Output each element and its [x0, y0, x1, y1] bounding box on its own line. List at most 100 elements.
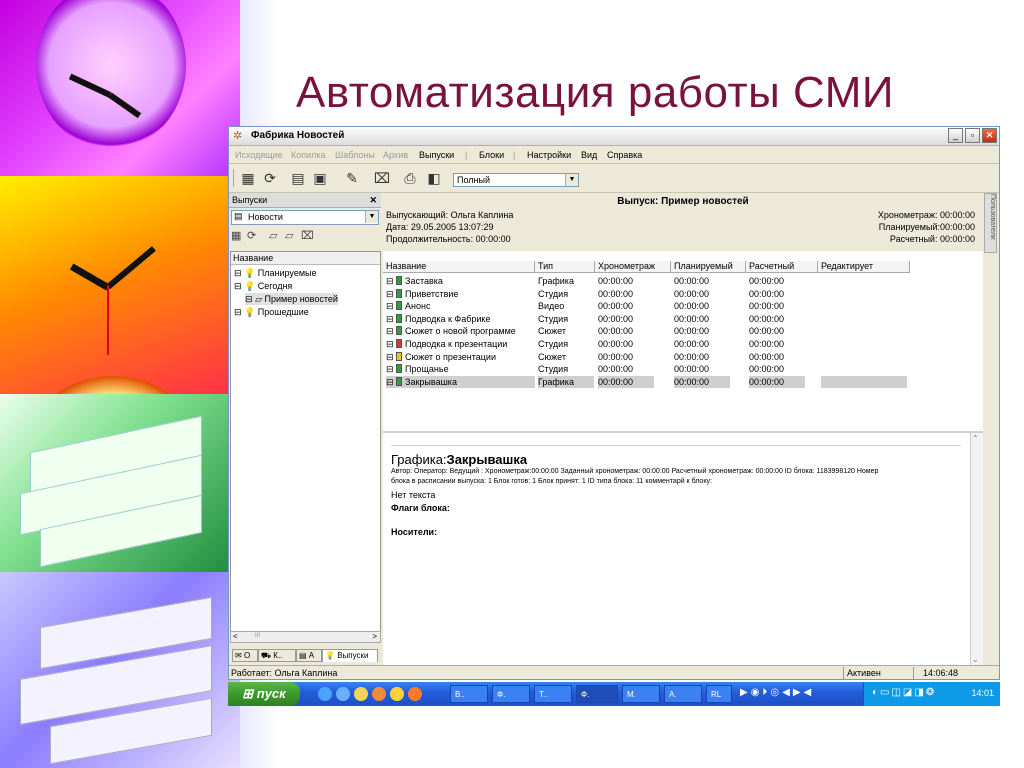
tree-item-planned[interactable]: ⊟ 💡 Планируемые [234, 267, 317, 279]
collapse-icon[interactable]: ⊟ [234, 281, 242, 291]
print-icon[interactable]: ⎙ [401, 170, 419, 186]
collapse-icon[interactable]: ⊟ [386, 377, 396, 387]
menu-storage[interactable]: Копилка [291, 150, 326, 160]
cell-type: Графика [538, 375, 594, 388]
collapse-icon[interactable]: ⊟ [386, 314, 396, 324]
column-header-type[interactable]: Тип [535, 261, 595, 273]
minimize-button[interactable]: _ [948, 128, 963, 143]
collapse-icon[interactable]: ⊟ [386, 276, 396, 286]
table-row[interactable]: ⊟ Прощанье Студия 00:00:00 00:00:00 00:00:00 [383, 363, 983, 376]
table-row[interactable]: ⊟ Сюжет о презентации Сюжет 00:00:00 00:00:… [383, 351, 983, 364]
open-icon[interactable]: ▤ [289, 170, 307, 186]
tab-archive[interactable]: ▤ А [296, 649, 322, 662]
menu-view[interactable]: Вид [581, 150, 597, 160]
table-row[interactable]: ⊟ Анонс Видео 00:00:00 00:00:00 00:00:00 [383, 300, 983, 313]
tree-item-label: Прошедшие [257, 307, 309, 317]
taskbar-item[interactable]: М. [622, 685, 660, 703]
cell-calc: 00:00:00 [749, 301, 785, 312]
refresh-icon[interactable]: ⟳ [261, 170, 279, 186]
menu-issues[interactable]: Выпуски [419, 150, 454, 160]
quicklaunch-icon[interactable] [336, 687, 350, 701]
users-side-tab[interactable]: Пользователи [984, 193, 997, 253]
collapse-icon[interactable]: ⊟ [386, 352, 396, 362]
column-header-chrono[interactable]: Хронометраж [595, 261, 671, 273]
save-icon[interactable]: ◧ [425, 170, 443, 186]
new-issue-icon[interactable]: ▦ [239, 170, 257, 186]
issues-panel-tools: ▦ ⟳ ▱ ▱ ⌧ [231, 229, 381, 245]
scroll-down-arrow[interactable]: ⌄ [972, 655, 979, 664]
delete-icon[interactable]: ⌧ [373, 170, 391, 186]
menu-blocks[interactable]: Блоки [479, 150, 504, 160]
open-folder-icon[interactable]: ▱ [269, 229, 277, 242]
taskbar-item[interactable]: RL [706, 685, 732, 703]
collapse-icon[interactable]: ⊟ [245, 294, 253, 304]
table-row[interactable]: ⊟ Сюжет о новой программе Сюжет 00:00:00 00… [383, 325, 983, 338]
tab-storage[interactable]: ⛟ К.. [258, 649, 296, 662]
taskbar-item[interactable]: А. [664, 685, 702, 703]
column-header-planned[interactable]: Планируемый [671, 261, 746, 273]
collapse-icon[interactable]: ⊟ [386, 289, 396, 299]
folder-icon[interactable]: ▱ [285, 229, 293, 242]
menu-help[interactable]: Справка [607, 150, 642, 160]
category-select[interactable]: Новости ▤ ▼ [231, 210, 379, 225]
collapse-icon[interactable]: ⊟ [386, 364, 396, 374]
tab-label: Выпуски [337, 651, 369, 660]
cell-editor [821, 363, 907, 375]
taskbar-item[interactable]: Ф. [492, 685, 530, 703]
media-controls-icon[interactable]: ▶◉⏵◎◀▶◀ [740, 687, 814, 698]
quicklaunch-icon[interactable] [390, 687, 404, 701]
tab-issues[interactable]: 💡 Выпуски [322, 649, 378, 662]
tree-horizontal-scrollbar[interactable]: < III > [230, 631, 381, 643]
column-header-calc[interactable]: Расчетный [746, 261, 818, 273]
scroll-thumb[interactable]: III [255, 633, 260, 639]
view-mode-select[interactable]: Полный ▼ [453, 173, 579, 187]
close-panel-icon[interactable]: ✕ [369, 195, 377, 206]
tab-outgoing[interactable]: ✉ О [232, 649, 258, 662]
table-row[interactable]: ⊟ Закрывашка Графика 00:00:00 00:00:00 00:00… [383, 375, 983, 389]
collapse-icon[interactable]: ⊟ [386, 326, 396, 336]
taskbar-item[interactable]: В.. [450, 685, 488, 703]
column-header-editor[interactable]: Редактирует [818, 261, 910, 273]
cell-editor [821, 275, 907, 287]
collapse-icon[interactable]: ⊟ [234, 268, 242, 278]
taskbar-item-active[interactable]: Ф. [576, 685, 618, 703]
scroll-up-arrow[interactable]: ⌃ [972, 434, 979, 443]
tree-item-today[interactable]: ⊟ 💡 Сегодня [234, 280, 292, 292]
firefox-icon[interactable] [408, 687, 422, 701]
collapse-icon[interactable]: ⊟ [386, 339, 396, 349]
scroll-left-arrow[interactable]: < [233, 632, 238, 641]
scroll-right-arrow[interactable]: > [372, 632, 377, 641]
menu-archive[interactable]: Архив [383, 150, 408, 160]
start-button[interactable]: ⊞ пуск [228, 682, 300, 706]
table-row[interactable]: ⊟ Подводка к Фабрике Студия 00:00:00 00:00:… [383, 313, 983, 326]
table-row[interactable]: ⊟ Заставка Графика 00:00:00 00:00:00 00:00:0… [383, 275, 983, 288]
add-block-icon[interactable]: ▣ [311, 170, 329, 186]
close-button[interactable]: ✕ [982, 128, 997, 143]
new-icon[interactable]: ▦ [231, 229, 241, 242]
collapse-icon[interactable]: ⊟ [386, 301, 396, 311]
column-header-name[interactable]: Название [383, 261, 535, 273]
tray-icons[interactable]: ◐▭◫◪◨❂ [872, 687, 936, 698]
tree-item-sample-news[interactable]: ⊟ ▱ Пример новостей [245, 293, 338, 305]
restore-button[interactable]: ▫ [965, 128, 980, 143]
toolbar: ▦ ⟳ ▤ ▣ ✎ ⌧ ⎙ ◧ Полный ▼ [229, 164, 999, 193]
refresh-icon[interactable]: ⟳ [247, 229, 256, 242]
menu-settings[interactable]: Настройки [527, 150, 571, 160]
quicklaunch-icon[interactable] [372, 687, 386, 701]
taskbar-item[interactable]: Т.. [534, 685, 572, 703]
ie-icon[interactable] [318, 687, 332, 701]
collapse-icon[interactable]: ⊟ [234, 307, 242, 317]
detail-vertical-scrollbar[interactable]: ⌃ ⌄ [970, 433, 983, 666]
cell-planned: 00:00:00 [674, 276, 710, 286]
title-bar[interactable]: ✲ Фабрика Новостей _ ▫ ✕ [229, 127, 999, 146]
table-row[interactable]: ⊟ Приветствие Студия 00:00:00 00:00:00 00:00… [383, 288, 983, 301]
table-row[interactable]: ⊟ Подводка к презентации Студия 00:00:00 00… [383, 338, 983, 351]
menu-outgoing[interactable]: Исходящие [235, 150, 283, 160]
edit-icon[interactable]: ✎ [343, 170, 361, 186]
issue-duration: Продолжительность: 00:00:00 [386, 234, 511, 244]
folder-icon[interactable] [354, 687, 368, 701]
menu-templates[interactable]: Шаблоны [335, 150, 375, 160]
cell-chrono: 00:00:00 [598, 313, 634, 324]
delete-icon[interactable]: ⌧ [301, 229, 314, 242]
tree-item-past[interactable]: ⊟ 💡 Прошедшие [234, 306, 309, 318]
